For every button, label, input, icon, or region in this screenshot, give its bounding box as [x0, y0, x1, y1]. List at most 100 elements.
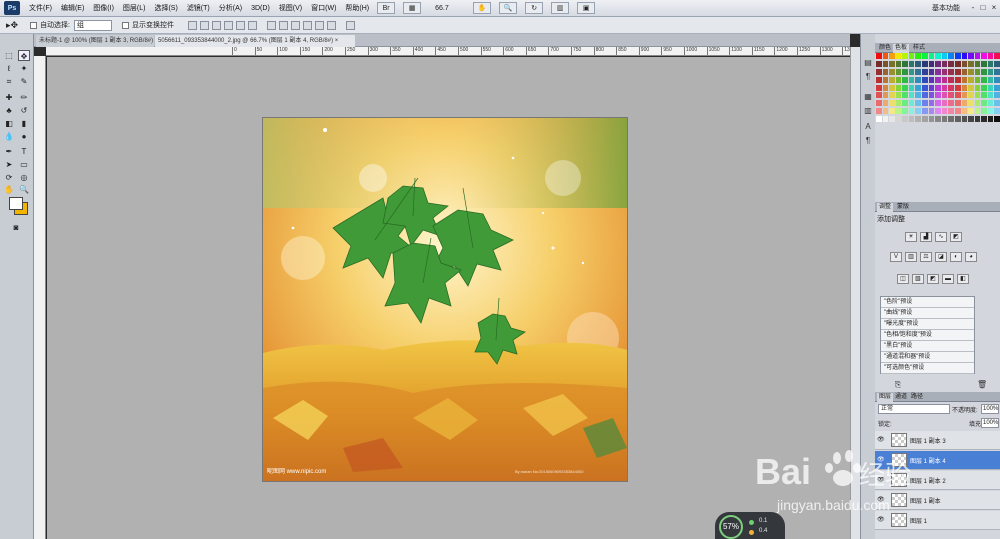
- swatch-cell[interactable]: [981, 100, 987, 107]
- swatch-cell[interactable]: [902, 116, 908, 123]
- swatch-cell[interactable]: [882, 108, 889, 115]
- auto-select-checkbox[interactable]: [30, 21, 38, 29]
- swatch-cell[interactable]: [902, 60, 908, 67]
- swatch-cell[interactable]: [915, 68, 922, 75]
- align-bottom-icon[interactable]: [212, 20, 222, 30]
- swatch-cell[interactable]: [968, 100, 974, 107]
- swatch-cell[interactable]: [876, 60, 882, 67]
- swatch-cell[interactable]: [876, 92, 882, 99]
- menu-view[interactable]: 视图(V): [279, 3, 302, 13]
- swatch-cell[interactable]: [961, 92, 968, 99]
- swatch-cell[interactable]: [928, 68, 935, 75]
- swatch-cell[interactable]: [935, 53, 941, 59]
- swatch-cell[interactable]: [902, 76, 908, 83]
- swatch-cell[interactable]: [948, 92, 954, 99]
- auto-select-dropdown[interactable]: 组: [74, 19, 113, 31]
- distribute-left-icon[interactable]: [303, 20, 313, 30]
- shape-tool-icon[interactable]: ▭: [18, 159, 30, 170]
- swatch-cell[interactable]: [948, 53, 954, 59]
- swatch-cell[interactable]: [941, 60, 948, 67]
- swatch-cell[interactable]: [908, 116, 915, 123]
- swatch-cell[interactable]: [889, 60, 895, 67]
- swatch-cell[interactable]: [902, 108, 908, 115]
- foreground-color-swatch[interactable]: [9, 197, 23, 210]
- swatch-cell[interactable]: [908, 60, 915, 67]
- brushes-panel-icon[interactable]: ▦: [863, 92, 873, 102]
- swatch-cell[interactable]: [922, 68, 928, 75]
- blend-mode-dropdown[interactable]: 正常: [878, 404, 950, 414]
- preset-curves[interactable]: "曲线"预设: [881, 308, 974, 319]
- swatch-cell[interactable]: [941, 108, 948, 115]
- move-tool-preset-icon[interactable]: ▸✥: [6, 20, 18, 31]
- maximize-button[interactable]: □: [978, 2, 988, 13]
- swatch-cell[interactable]: [954, 68, 961, 75]
- swatch-cell[interactable]: [974, 76, 981, 83]
- swatch-cell[interactable]: [981, 76, 987, 83]
- crop-tool-icon[interactable]: ⌗: [3, 76, 15, 87]
- color-balance-icon[interactable]: ⚖: [920, 252, 932, 262]
- exposure-icon[interactable]: ◩: [950, 232, 962, 242]
- swatch-cell[interactable]: [889, 68, 895, 75]
- swatch-cell[interactable]: [902, 68, 908, 75]
- swatch-cell[interactable]: [994, 108, 1000, 115]
- swatch-cell[interactable]: [882, 116, 889, 123]
- swatch-cell[interactable]: [941, 116, 948, 123]
- swatch-cell[interactable]: [987, 60, 994, 67]
- swatch-cell[interactable]: [876, 116, 882, 123]
- hand-tool-icon[interactable]: ✋: [3, 184, 15, 195]
- swatch-cell[interactable]: [954, 108, 961, 115]
- swatch-cell[interactable]: [889, 84, 895, 91]
- tab-layers[interactable]: 图层: [877, 393, 894, 402]
- swatch-cell[interactable]: [994, 92, 1000, 99]
- swatch-cell[interactable]: [876, 53, 882, 59]
- menu-analysis[interactable]: 分析(A): [219, 3, 242, 13]
- swatch-cell[interactable]: [902, 53, 908, 59]
- swatch-cell[interactable]: [954, 76, 961, 83]
- swatch-cell[interactable]: [974, 53, 981, 59]
- swatch-cell[interactable]: [961, 53, 968, 59]
- swatch-cell[interactable]: [876, 84, 882, 91]
- swatch-cell[interactable]: [922, 100, 928, 107]
- preset-channel-mixer[interactable]: "通道混和器"预设: [881, 352, 974, 363]
- swatch-cell[interactable]: [915, 92, 922, 99]
- swatch-cell[interactable]: [928, 53, 935, 59]
- hand-tool-icon[interactable]: ✋: [473, 2, 492, 14]
- invert-icon[interactable]: ◫: [897, 274, 909, 284]
- levels-icon[interactable]: ▟: [920, 232, 932, 242]
- swatch-cell[interactable]: [981, 116, 987, 123]
- swatch-cell[interactable]: [889, 76, 895, 83]
- brightness-contrast-icon[interactable]: ☀: [905, 232, 917, 242]
- swatch-cell[interactable]: [961, 76, 968, 83]
- swatch-cell[interactable]: [935, 100, 941, 107]
- blur-tool-icon[interactable]: 💧: [3, 131, 15, 142]
- visibility-eye-icon[interactable]: 👁: [877, 437, 885, 443]
- swatch-cell[interactable]: [928, 100, 935, 107]
- swatch-cell[interactable]: [968, 53, 974, 59]
- preset-black-white[interactable]: "黑白"预设: [881, 341, 974, 352]
- character-panel-icon[interactable]: A: [863, 122, 873, 132]
- swatch-cell[interactable]: [915, 60, 922, 67]
- tab-untitled-1[interactable]: 未标题-1 @ 100% (图层 1 副本 3, RGB/8#) ×: [36, 35, 154, 47]
- swatch-cell[interactable]: [968, 68, 974, 75]
- swatch-cell[interactable]: [987, 53, 994, 59]
- swatch-cell[interactable]: [928, 76, 935, 83]
- tab-masks[interactable]: 蒙版: [895, 203, 911, 212]
- swatch-cell[interactable]: [928, 84, 935, 91]
- opacity-input[interactable]: 100%: [981, 404, 999, 414]
- swatch-cell[interactable]: [981, 60, 987, 67]
- swatch-cell[interactable]: [987, 116, 994, 123]
- menu-window[interactable]: 窗口(W): [311, 3, 336, 13]
- menu-filter[interactable]: 滤镜(T): [187, 3, 210, 13]
- swatch-cell[interactable]: [876, 76, 882, 83]
- swatch-cell[interactable]: [889, 53, 895, 59]
- distribute-vcenter-icon[interactable]: [279, 20, 289, 30]
- quick-mask-icon[interactable]: ◙: [10, 222, 22, 233]
- tab-adjustments[interactable]: 调整: [877, 203, 894, 212]
- fill-input[interactable]: 100%: [981, 418, 999, 428]
- gradient-tool-icon[interactable]: ▮: [18, 118, 30, 129]
- close-button[interactable]: ×: [989, 2, 999, 13]
- swatch-cell[interactable]: [876, 100, 882, 107]
- auto-align-icon[interactable]: [346, 20, 356, 30]
- swatch-cell[interactable]: [961, 108, 968, 115]
- distribute-right-icon[interactable]: [327, 20, 337, 30]
